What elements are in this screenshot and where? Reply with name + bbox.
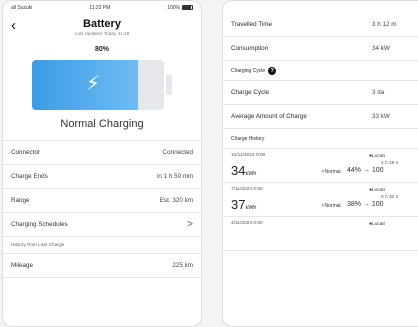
row-travelled-time: Travelled Time 3 h 12 m xyxy=(223,13,418,37)
battery-screen: all Suzuki 11:23 PM 100% ‹ Battery Last … xyxy=(2,0,202,327)
location-label: Locati xyxy=(372,222,385,227)
page-header: ‹ Battery Last Updated: Today, 11:29 xyxy=(3,14,201,44)
row-value: in 1 h 50 min xyxy=(156,173,193,180)
row-label: Travelled Time xyxy=(231,21,273,28)
location-label: Locati xyxy=(372,154,385,159)
energy-unit: kWh xyxy=(245,205,257,211)
row-label: Consumption xyxy=(231,45,269,52)
row-consumption: Consumption 34 kW xyxy=(223,37,418,61)
history-section-header: History from Last Charge xyxy=(3,237,201,254)
row-range: Range Est. 320 km xyxy=(3,189,201,213)
history-energy: 34kWh xyxy=(231,163,256,178)
battery-tip xyxy=(166,75,172,95)
row-label: Charging Schedules xyxy=(11,221,68,228)
status-battery-percent: 100% xyxy=(167,4,180,11)
charge-details-screen: Travelled Time 3 h 12 m Consumption 34 k… xyxy=(222,0,418,327)
last-updated-label: Last Updated: Today, 11:29 xyxy=(74,31,130,36)
clock-label: 11:23 PM xyxy=(89,4,111,11)
row-charge-ends: Charge Ends in 1 h 50 min xyxy=(3,165,201,189)
section-label: Charge History xyxy=(231,135,265,142)
history-item[interactable]: 7/11/2024 0:00 37kWh ●Locati 5 h 30 n ⚡︎… xyxy=(223,183,418,217)
row-value: Connected xyxy=(162,149,193,156)
energy-unit: kWh xyxy=(245,171,257,177)
battery-graphic: ⚡︎ xyxy=(32,60,172,110)
row-average-charge: Average Amount of Charge 33 kW xyxy=(223,105,418,129)
history-item[interactable]: 4/11/2024 0:00 ●Locati xyxy=(223,217,418,251)
history-duration: 5 h 30 n xyxy=(381,195,399,200)
row-label: Connector xyxy=(11,149,41,156)
history-energy: 37kWh xyxy=(231,197,256,212)
history-item[interactable]: 10/11/2024 0:00 34kWh ●Locati 4 h 28 n ⚡… xyxy=(223,149,418,183)
row-mileage: Mileage 225 km xyxy=(3,254,201,278)
row-label: Average Amount of Charge xyxy=(231,113,307,120)
battery-status-icon xyxy=(181,5,193,10)
row-label: Charging Cycle xyxy=(231,67,266,74)
carrier-label: all Suzuki xyxy=(11,4,33,11)
row-charge-cycle: Charge Cycle 3 da xyxy=(223,81,418,105)
mode-label: Normal xyxy=(324,203,341,209)
history-location: ●Locati xyxy=(369,187,385,193)
charging-cycle-title: Charging Cycle? xyxy=(231,66,277,75)
chevron-right-icon: > xyxy=(187,219,193,230)
row-value: 34 kW xyxy=(372,45,390,52)
status-battery: 100% xyxy=(167,5,193,11)
row-connector: Connector Connected xyxy=(3,141,201,165)
row-label: Charge Ends xyxy=(11,173,48,180)
row-value: 3 h 12 m xyxy=(372,21,397,28)
history-mode: ⚡︎Normal xyxy=(321,203,341,209)
history-date: 10/11/2024 0:00 xyxy=(231,153,266,158)
row-label: Charge Cycle xyxy=(231,89,270,96)
energy-value: 37 xyxy=(231,197,246,212)
charging-cycle-header: Charging Cycle? xyxy=(223,61,418,81)
charging-schedules-link[interactable]: Charging Schedules > xyxy=(3,213,201,237)
history-duration: 4 h 28 n xyxy=(381,161,399,166)
battery-fill xyxy=(32,60,138,110)
history-location: ●Locati xyxy=(369,153,385,159)
row-value: 33 kW xyxy=(372,113,390,120)
page-title: Battery xyxy=(83,18,121,30)
mode-label: Normal xyxy=(324,169,341,175)
status-bar: all Suzuki 11:23 PM 100% xyxy=(3,1,201,14)
history-range: 38% → 100 xyxy=(347,201,384,208)
row-value: 225 km xyxy=(172,262,193,269)
charge-history-header: Charge History xyxy=(223,129,418,149)
history-date: 7/11/2024 0:00 xyxy=(231,187,263,192)
history-date: 4/11/2024 0:00 xyxy=(231,221,263,226)
energy-value: 34 xyxy=(231,163,246,178)
battery-info-list: Connector Connected Charge Ends in 1 h 5… xyxy=(3,140,201,278)
row-label: Mileage xyxy=(11,262,34,269)
history-mode: ⚡︎Normal xyxy=(321,169,341,175)
row-value: Est. 320 km xyxy=(159,197,193,204)
help-icon[interactable]: ? xyxy=(268,66,277,75)
battery-percent: 80% xyxy=(94,46,109,53)
chevron-left-icon[interactable]: ‹ xyxy=(11,18,16,33)
row-label: Range xyxy=(11,197,30,204)
lightning-bolt-icon: ⚡︎ xyxy=(86,73,101,95)
row-value: 3 da xyxy=(372,89,385,96)
history-location: ●Locati xyxy=(369,221,385,227)
history-range: 44% → 100 xyxy=(347,167,384,174)
location-label: Locati xyxy=(372,188,385,193)
charging-status: Normal Charging xyxy=(60,118,144,130)
